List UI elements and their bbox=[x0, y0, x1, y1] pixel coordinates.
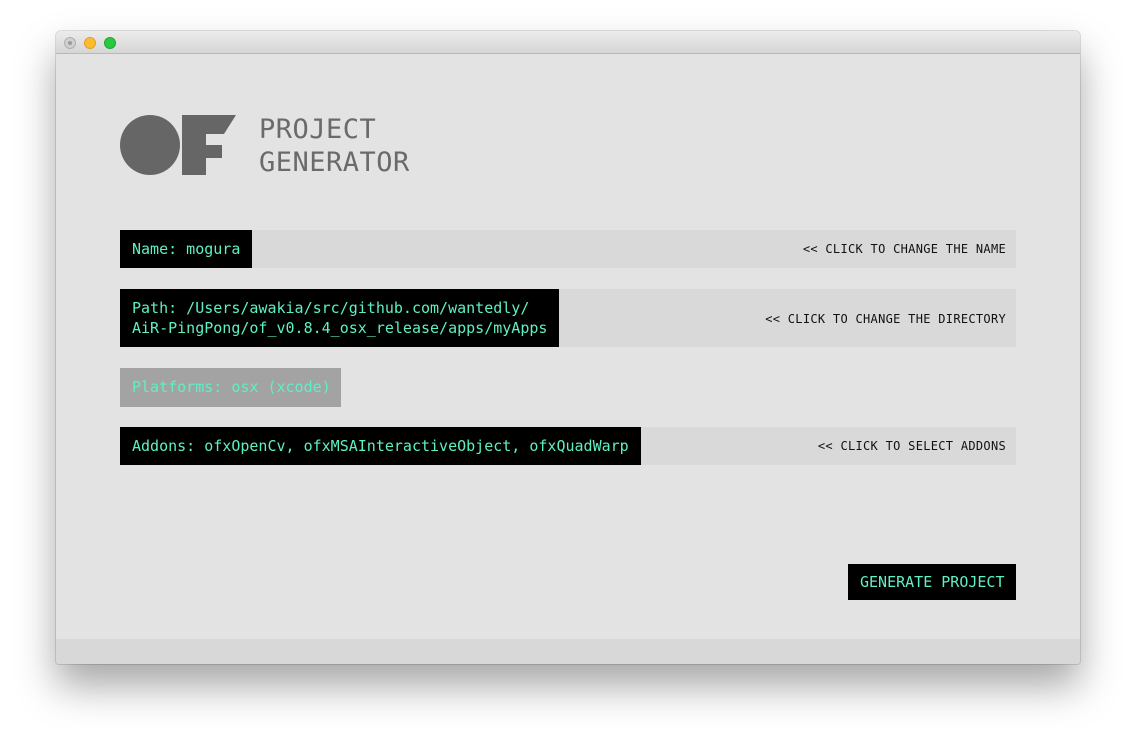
select-addons-hint[interactable]: << CLICK TO SELECT ADDONS bbox=[818, 439, 1006, 453]
project-name-field[interactable]: Name: mogura bbox=[120, 230, 253, 268]
title-bar[interactable] bbox=[56, 31, 1080, 54]
project-path-field[interactable]: Path: /Users/awakia/src/github.com/wante… bbox=[120, 289, 560, 347]
app-title-line1: PROJECT bbox=[259, 114, 377, 145]
logo-circle bbox=[120, 115, 180, 175]
path-line2: AiR-PingPong/of_v0.8.4_osx_release/apps/… bbox=[132, 319, 548, 337]
path-row[interactable]: Path: /Users/awakia/src/github.com/wante… bbox=[120, 289, 1016, 347]
app-title-line2: GENERATOR bbox=[259, 147, 410, 178]
app-title: PROJECT GENERATOR bbox=[259, 113, 410, 179]
logo-f-shape bbox=[182, 115, 236, 175]
close-button[interactable] bbox=[64, 37, 76, 49]
window-footer bbox=[56, 639, 1080, 664]
name-row[interactable]: Name: mogura << CLICK TO CHANGE THE NAME bbox=[120, 230, 1016, 268]
platforms-field[interactable]: Platforms: osx (xcode) bbox=[120, 368, 341, 407]
minimize-button[interactable] bbox=[84, 37, 96, 49]
openframeworks-logo bbox=[120, 115, 236, 175]
maximize-button[interactable] bbox=[104, 37, 116, 49]
change-directory-hint[interactable]: << CLICK TO CHANGE THE DIRECTORY bbox=[765, 312, 1006, 326]
generate-project-button[interactable]: GENERATE PROJECT bbox=[848, 564, 1016, 600]
addons-row[interactable]: Addons: ofxOpenCv, ofxMSAInteractiveObje… bbox=[120, 427, 1016, 465]
addons-field[interactable]: Addons: ofxOpenCv, ofxMSAInteractiveObje… bbox=[120, 427, 641, 465]
change-name-hint[interactable]: << CLICK TO CHANGE THE NAME bbox=[803, 242, 1006, 256]
app-window: PROJECT GENERATOR Name: mogura << CLICK … bbox=[56, 31, 1080, 664]
path-line1: Path: /Users/awakia/src/github.com/wante… bbox=[132, 299, 530, 317]
